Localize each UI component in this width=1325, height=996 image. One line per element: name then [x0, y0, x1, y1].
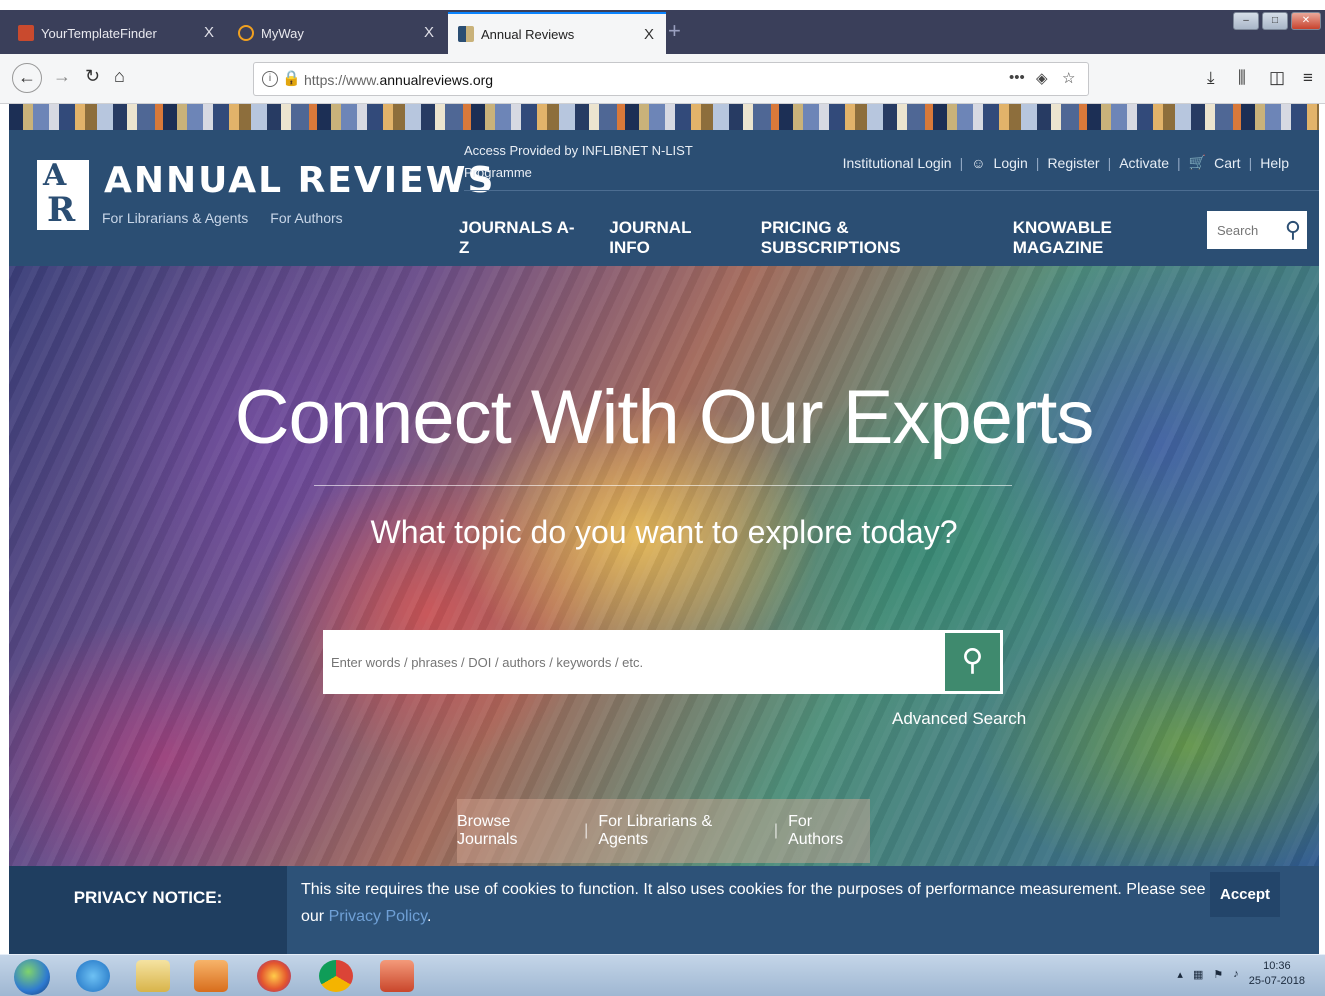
header-divider	[464, 190, 1319, 191]
page-actions-icon[interactable]: •••	[1009, 69, 1025, 86]
cart-icon: 🛒	[1188, 154, 1207, 170]
reload-icon[interactable]: ↻	[85, 66, 100, 87]
minimize-button[interactable]: –	[1233, 12, 1259, 30]
hero-section: Connect With Our Experts What topic do y…	[9, 266, 1319, 866]
file-explorer-icon[interactable]	[136, 960, 170, 992]
activate-link[interactable]: Activate	[1119, 155, 1169, 171]
hero-subtitle: What topic do you want to explore today?	[370, 514, 958, 550]
hero-divider	[314, 485, 1012, 486]
myway-icon	[238, 25, 254, 41]
login-link[interactable]: Login	[994, 155, 1028, 171]
forward-arrow-icon[interactable]: →	[53, 66, 71, 87]
nav-pricing-subscriptions[interactable]: PRICING & SUBSCRIPTIONS	[761, 218, 983, 258]
librarians-link[interactable]: For Librarians & Agents	[102, 210, 248, 226]
nav-journal-info[interactable]: JOURNAL INFO	[609, 218, 731, 258]
network-icon[interactable]: ▦	[1193, 968, 1203, 981]
clock-time: 10:36	[1263, 960, 1291, 972]
internet-explorer-icon[interactable]	[76, 960, 110, 992]
powerpoint-icon[interactable]	[380, 960, 414, 992]
header-search-input[interactable]	[1207, 211, 1277, 249]
url-text[interactable]: https://www.annualreviews.org	[304, 72, 493, 88]
institutional-login-link[interactable]: Institutional Login	[843, 155, 952, 171]
search-icon: ⚲	[961, 644, 984, 677]
help-link[interactable]: Help	[1260, 155, 1289, 171]
nav-knowable-magazine[interactable]: KNOWABLE MAGAZINE	[1013, 218, 1199, 258]
hero-background	[9, 266, 1319, 866]
tab-myway[interactable]: MyWay X	[228, 12, 446, 54]
clock-date: 25-07-2018	[1248, 975, 1305, 987]
close-tab-icon[interactable]: X	[644, 26, 654, 43]
volume-icon[interactable]: ♪	[1233, 968, 1239, 980]
site-header: A R ANNUAL REVIEWS For Librarians & Agen…	[9, 130, 1319, 266]
chrome-icon[interactable]	[319, 960, 353, 992]
maximize-button[interactable]: □	[1262, 12, 1288, 30]
tab-annual-reviews[interactable]: Annual Reviews X	[448, 12, 666, 54]
quick-links: Browse Journals | For Librarians & Agent…	[457, 799, 870, 863]
close-window-button[interactable]: ✕	[1291, 12, 1321, 30]
back-arrow-icon[interactable]: ←	[12, 63, 42, 93]
menu-icon[interactable]: ≡	[1303, 68, 1313, 88]
tab-label: MyWay	[261, 25, 304, 41]
windows-taskbar: ▴ ▦ ⚑ ♪ 10:36 25-07-2018	[0, 954, 1325, 996]
start-button[interactable]	[14, 959, 50, 995]
firefox-icon[interactable]	[257, 960, 291, 992]
media-player-icon[interactable]	[194, 960, 228, 992]
hero-title: Connect With Our Experts	[234, 375, 1095, 460]
show-hidden-icons-icon[interactable]: ▴	[1177, 968, 1183, 981]
system-tray: ▴ ▦ ⚑ ♪ 10:36 25-07-2018	[1177, 959, 1305, 989]
annual-reviews-logo[interactable]: A R	[37, 158, 89, 230]
audience-links: For Librarians & Agents For Authors	[102, 210, 343, 226]
privacy-label: PRIVACY NOTICE:	[9, 866, 287, 954]
bookmark-star-icon[interactable]: ☆	[1062, 69, 1075, 87]
authors-link[interactable]: For Authors	[270, 210, 342, 226]
browser-tab-bar: YourTemplateFinder X MyWay X Annual Revi…	[0, 0, 1325, 54]
user-icon: ☺	[971, 154, 986, 171]
clock[interactable]: 10:36 25-07-2018	[1249, 959, 1305, 989]
decorative-stripe	[9, 104, 1319, 130]
action-center-icon[interactable]: ⚑	[1213, 968, 1223, 981]
accept-button[interactable]: Accept	[1210, 872, 1280, 917]
sidebar-icon[interactable]: ◫	[1269, 68, 1285, 88]
privacy-message: This site requires the use of cookies to…	[301, 881, 1206, 925]
header-search: ⚲	[1207, 211, 1307, 249]
browser-nav-bar: ← → ↻ ⌂ i 🔒 https://www.annualreviews.or…	[0, 54, 1325, 104]
annual-reviews-favicon	[458, 26, 474, 42]
gift-icon	[18, 25, 34, 41]
tab-label: Annual Reviews	[481, 26, 575, 42]
info-icon[interactable]: i	[262, 71, 278, 87]
utility-links: Institutional Login | ☺ Login | Register…	[842, 154, 1289, 171]
register-link[interactable]: Register	[1047, 155, 1099, 171]
tab-label: YourTemplateFinder	[41, 25, 157, 41]
address-bar[interactable]: i 🔒 https://www.annualreviews.org ••• ◈ …	[253, 62, 1089, 96]
pocket-icon[interactable]: ◈	[1036, 69, 1048, 87]
new-tab-button[interactable]: +	[668, 18, 681, 44]
for-authors-link[interactable]: For Authors	[788, 813, 870, 849]
advanced-search-link[interactable]: Advanced Search	[892, 709, 1026, 729]
close-tab-icon[interactable]: X	[204, 24, 214, 41]
window-controls: – □ ✕	[1233, 12, 1321, 30]
lock-icon: 🔒	[282, 70, 301, 87]
access-notice: Access Provided by INFLIBNET N-LIST Prog…	[464, 143, 693, 180]
tab-yourtemplatefinder[interactable]: YourTemplateFinder X	[8, 12, 226, 54]
download-icon[interactable]: ⤓	[1207, 68, 1215, 88]
brand-name[interactable]: ANNUAL REVIEWS	[104, 160, 495, 201]
close-tab-icon[interactable]: X	[424, 24, 434, 41]
main-search-button[interactable]: ⚲	[945, 633, 1000, 691]
main-search: ⚲	[323, 630, 1003, 694]
main-nav: JOURNALS A-Z JOURNAL INFO PRICING & SUBS…	[459, 218, 1319, 258]
cart-link[interactable]: Cart	[1214, 155, 1240, 171]
privacy-banner: PRIVACY NOTICE: This site requires the u…	[9, 866, 1319, 954]
home-icon[interactable]: ⌂	[114, 66, 125, 87]
main-search-input[interactable]	[323, 630, 943, 694]
search-icon[interactable]: ⚲	[1285, 217, 1301, 243]
nav-journals-a-z[interactable]: JOURNALS A-Z	[459, 218, 579, 258]
title-bar-strip	[0, 0, 1325, 10]
library-icon[interactable]: ⫼	[1238, 68, 1246, 88]
browse-journals-link[interactable]: Browse Journals	[457, 813, 574, 849]
privacy-policy-link[interactable]: Privacy Policy	[329, 908, 427, 925]
librarians-agents-link[interactable]: For Librarians & Agents	[598, 813, 764, 849]
